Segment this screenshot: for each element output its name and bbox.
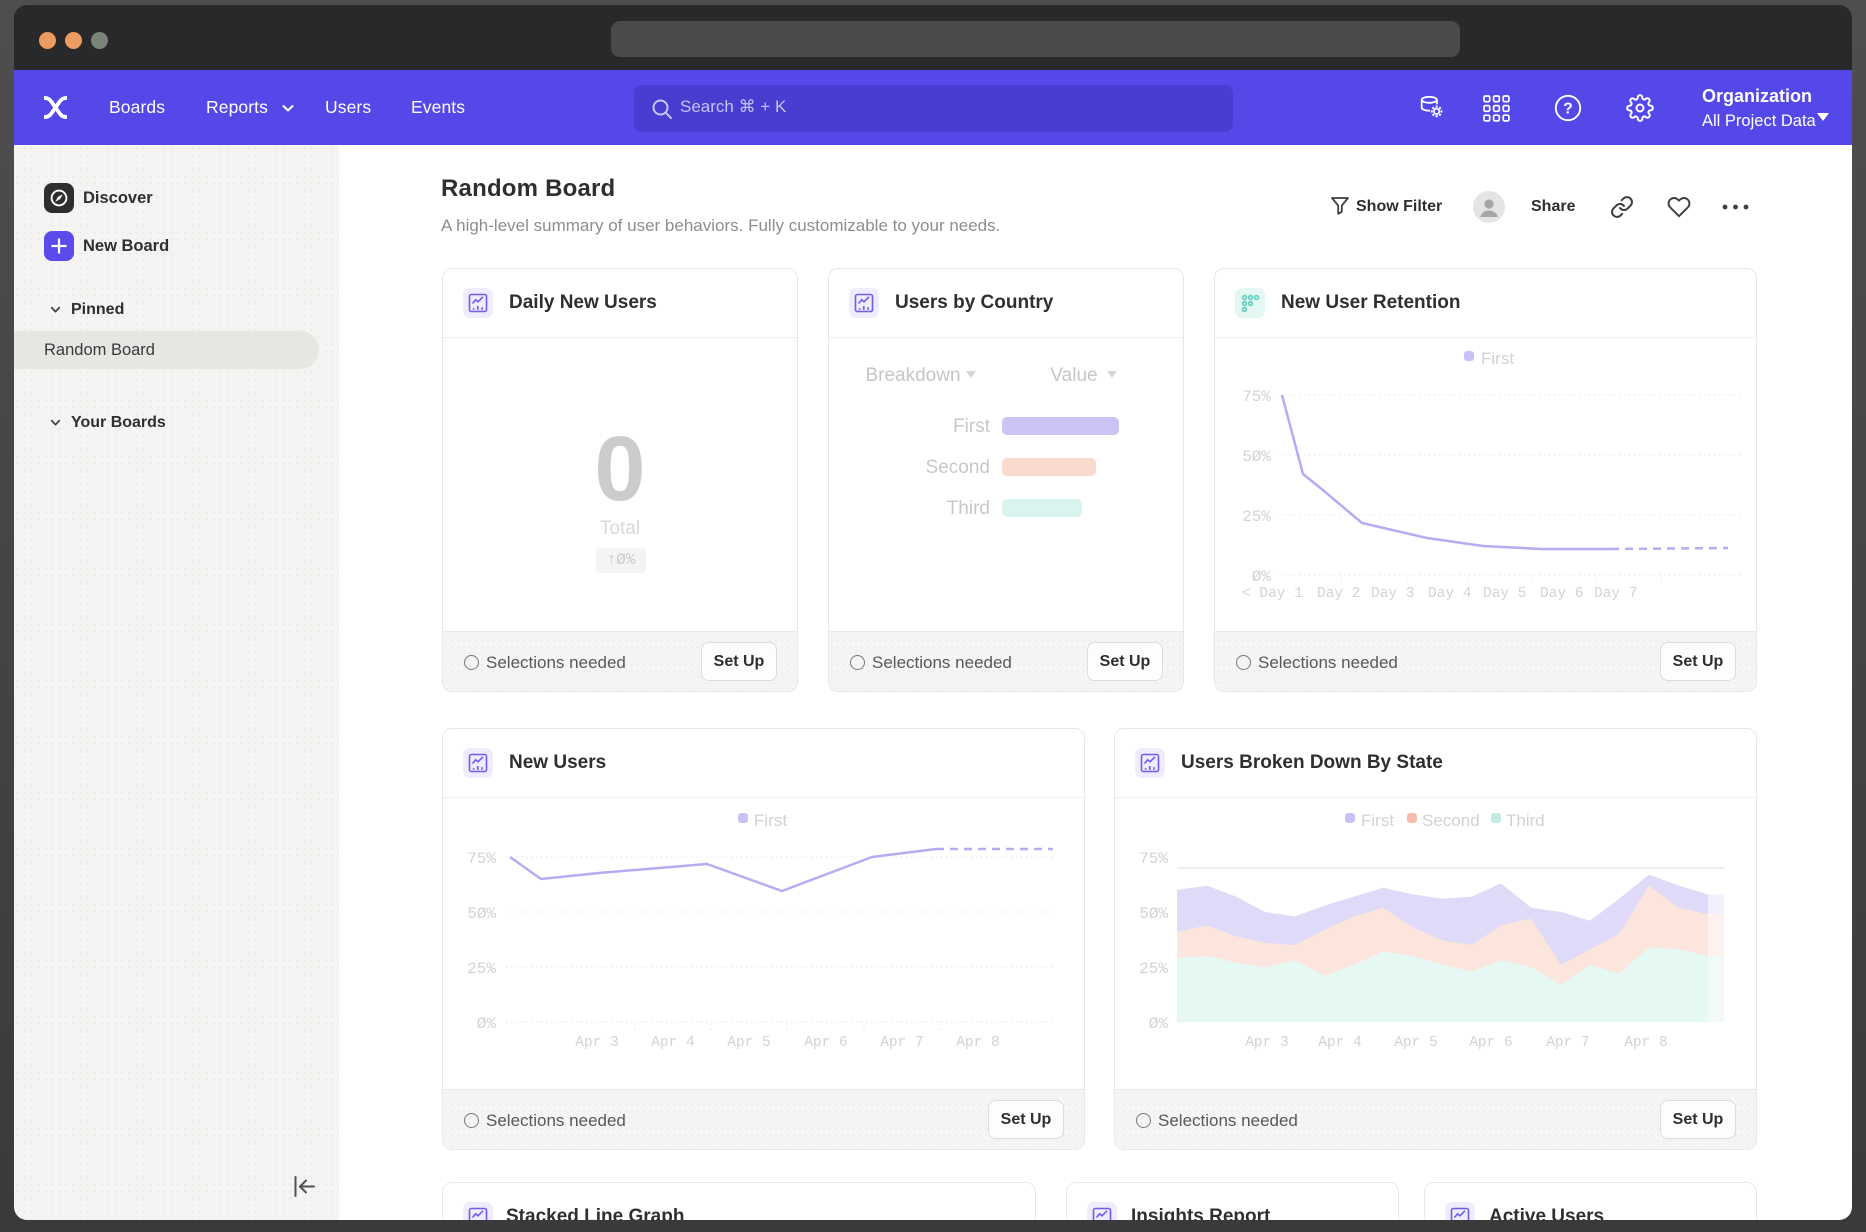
svg-text:25%: 25% (1139, 960, 1168, 978)
svg-text:75%: 75% (1139, 850, 1168, 868)
svg-text:Day 3: Day 3 (1371, 586, 1415, 602)
svg-text:Day 2: Day 2 (1317, 586, 1361, 602)
svg-text:Ø%: Ø% (1149, 1015, 1169, 1033)
svg-text:First: First (754, 811, 787, 830)
svg-text:Ø%: Ø% (477, 1015, 497, 1033)
svg-text:5Ø%: 5Ø% (1139, 905, 1168, 923)
svg-text:Apr 4: Apr 4 (651, 1035, 695, 1051)
svg-text:First: First (1361, 811, 1394, 830)
svg-text:75%: 75% (1242, 388, 1271, 406)
svg-text:Apr 3: Apr 3 (575, 1035, 619, 1051)
svg-text:Apr 6: Apr 6 (1469, 1035, 1513, 1051)
svg-text:Third: Third (1506, 811, 1545, 830)
svg-text:Apr 7: Apr 7 (1546, 1035, 1590, 1051)
svg-text:< Day 1: < Day 1 (1242, 586, 1303, 602)
svg-text:Second: Second (1422, 811, 1480, 830)
svg-text:Apr 3: Apr 3 (1245, 1035, 1289, 1051)
svg-text:Apr 8: Apr 8 (956, 1035, 1000, 1051)
svg-text:Day 4: Day 4 (1428, 586, 1472, 602)
svg-text:Day 6: Day 6 (1540, 586, 1584, 602)
svg-text:Day 7: Day 7 (1594, 586, 1638, 602)
svg-text:Apr 5: Apr 5 (1394, 1035, 1438, 1051)
svg-text:Apr 8: Apr 8 (1624, 1035, 1668, 1051)
svg-text:Apr 4: Apr 4 (1318, 1035, 1362, 1051)
svg-text:25%: 25% (1242, 508, 1271, 526)
svg-text:Day 5: Day 5 (1483, 586, 1527, 602)
svg-text:First: First (1481, 349, 1514, 368)
svg-text:?: ? (1563, 101, 1572, 118)
svg-text:5Ø%: 5Ø% (1242, 448, 1271, 466)
svg-text:5Ø%: 5Ø% (467, 905, 496, 923)
svg-text:Apr 6: Apr 6 (804, 1035, 848, 1051)
svg-text:Apr 5: Apr 5 (727, 1035, 771, 1051)
svg-text:Apr 7: Apr 7 (880, 1035, 924, 1051)
svg-text:25%: 25% (467, 960, 496, 978)
svg-text:75%: 75% (467, 850, 496, 868)
svg-text:Ø%: Ø% (1252, 568, 1272, 586)
